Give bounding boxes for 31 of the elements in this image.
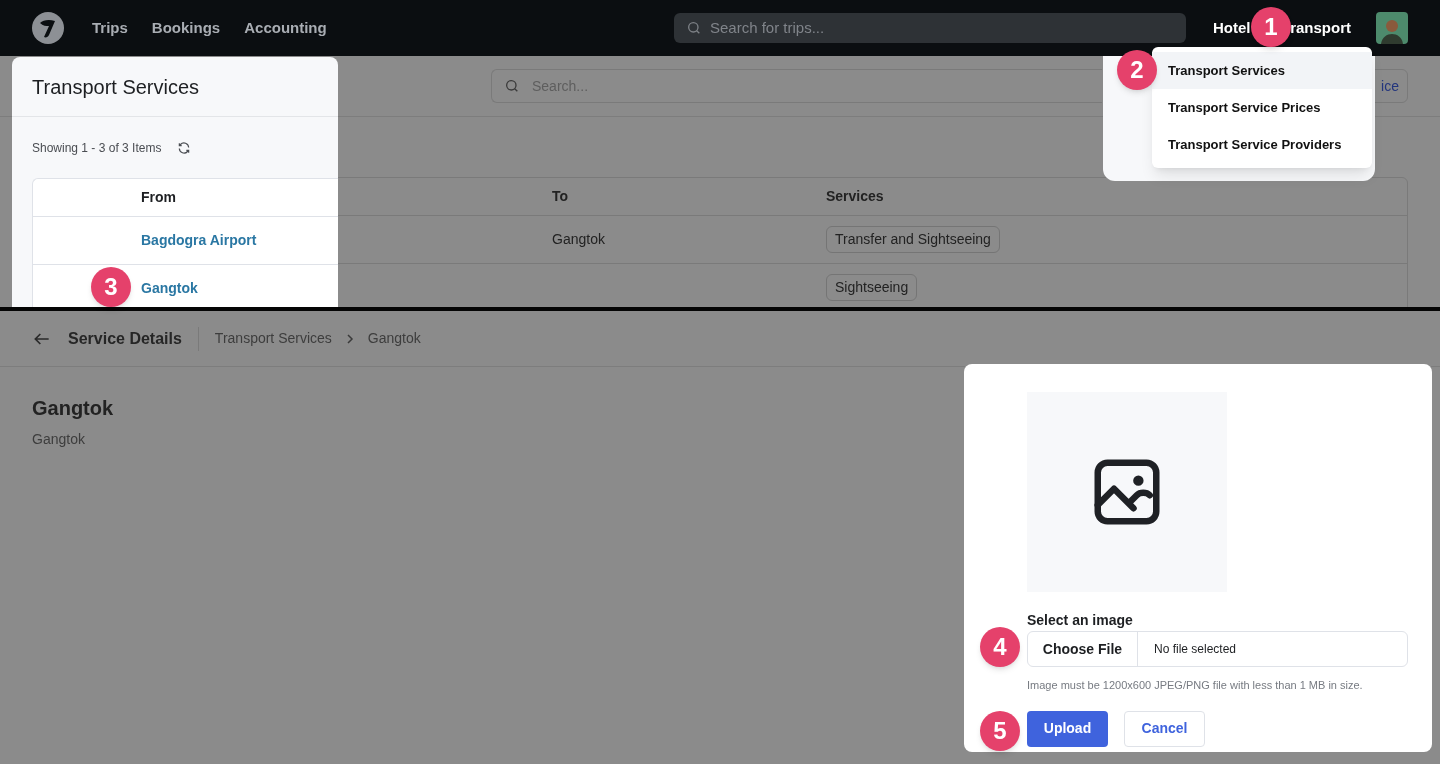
service-subtitle: Gangtok (32, 430, 86, 449)
service-title: Gangtok (32, 396, 115, 421)
nav-link[interactable]: ransport (1290, 16, 1351, 40)
avatar[interactable] (1376, 12, 1408, 44)
logo-icon[interactable] (32, 12, 64, 44)
table-link[interactable]: Gangtok (141, 278, 198, 299)
field-label: Select an image (1027, 611, 1134, 630)
service-tag: Transfer and Sightseeing (826, 226, 1000, 253)
file-input[interactable]: Choose File No file selected (1027, 631, 1408, 667)
nav-link[interactable]: Hotel (1213, 16, 1251, 40)
nav-link[interactable]: Bookings (151, 16, 221, 40)
search-icon (686, 20, 702, 36)
nav-link[interactable]: Trips (92, 16, 128, 40)
table-cell: Gangtok (552, 231, 605, 247)
table-link[interactable]: Bagdogra Airport (141, 230, 257, 251)
search-icon (504, 78, 520, 94)
item-count: Showing 1 - 3 of 3 Items (32, 139, 162, 157)
column-header: From (141, 188, 176, 207)
menu-item[interactable]: Transport Service Providers (1152, 126, 1372, 163)
menu-item[interactable]: Transport Service Prices (1152, 89, 1372, 126)
refresh-icon[interactable] (177, 140, 192, 155)
column-header: To (552, 187, 570, 206)
cancel-button[interactable]: Cancel (1124, 710, 1205, 747)
menu-item[interactable]: Transport Services (1152, 52, 1372, 89)
service-tag: Sightseeing (826, 274, 918, 301)
nav-link[interactable]: Accounting (244, 16, 327, 40)
page-title: Transport Services (32, 74, 200, 100)
hint-text: Image must be 1200x600 JPEG/PNG file with less than 1 MB in size. (1027, 678, 1364, 693)
column-header: Services (826, 187, 884, 206)
upload-button[interactable]: Upload (1027, 710, 1108, 747)
header-title: Service Details (68, 328, 182, 349)
